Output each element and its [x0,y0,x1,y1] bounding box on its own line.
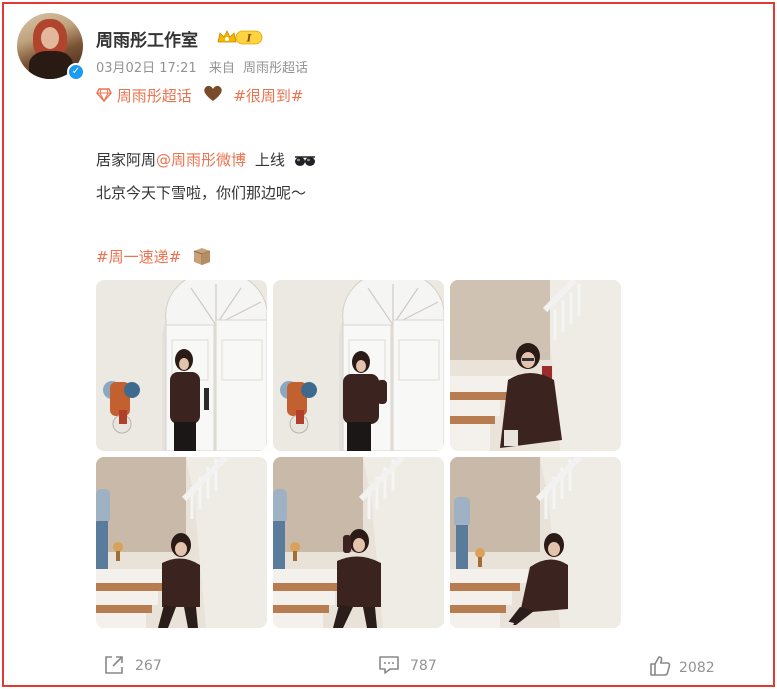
verified-icon: ✓ [67,63,85,81]
source-link[interactable]: 周雨彤超话 [243,61,308,76]
brown-heart-emoji [203,85,222,101]
post-text-line1: 居家阿周@周雨彤微博 上线 [96,149,316,170]
topics-row: 周雨彤超话 #很周到# [96,84,304,106]
hashtag-link-2[interactable]: #周一速递# [96,248,181,266]
post-text-line2: 北京今天下雪啦，你们那边呢～ [96,184,307,202]
like-count: 2082 [679,660,715,676]
comment-icon [379,656,399,674]
avatar-body [29,51,73,79]
timestamp[interactable]: 03月02日 17:21 [96,61,197,76]
sunglasses-emoji [294,156,315,166]
text-suffix: 上线 [254,151,285,169]
repost-button[interactable]: 267 [103,655,162,685]
comment-button[interactable]: 787 [378,655,437,685]
hashtag-link[interactable]: #很周到# [233,87,303,105]
like-button[interactable]: 2082 [649,655,715,685]
hashtag-row-2: #周一速递# [96,246,212,267]
post-meta: 03月02日 17:21 来自 周雨彤超话 [96,57,316,76]
post-photo-1[interactable] [96,280,267,451]
crown-badge-icon[interactable]: I [216,28,266,46]
comment-count: 787 [410,658,437,674]
post-photo-5[interactable] [273,457,444,628]
text-prefix: 居家阿周 [96,151,157,169]
source-prefix: 来自 [208,61,235,76]
repost-icon [105,656,123,674]
mention-link[interactable]: @周雨彤微博 [156,151,246,169]
repost-count: 267 [135,658,162,674]
post-photo-2[interactable] [273,280,444,451]
package-emoji [193,248,211,265]
post-photo-3[interactable] [450,280,621,451]
post-photo-6[interactable] [450,457,621,628]
action-bar: 267 787 2082 [0,655,777,685]
super-topic-link[interactable]: 周雨彤超话 [117,87,192,105]
username[interactable]: 周雨彤工作室 [96,26,198,51]
avatar-face [41,27,59,49]
diamond-icon [96,88,112,103]
badge-level: I [246,34,252,45]
thumbs-up-icon [650,656,671,676]
post-photo-4[interactable] [96,457,267,628]
